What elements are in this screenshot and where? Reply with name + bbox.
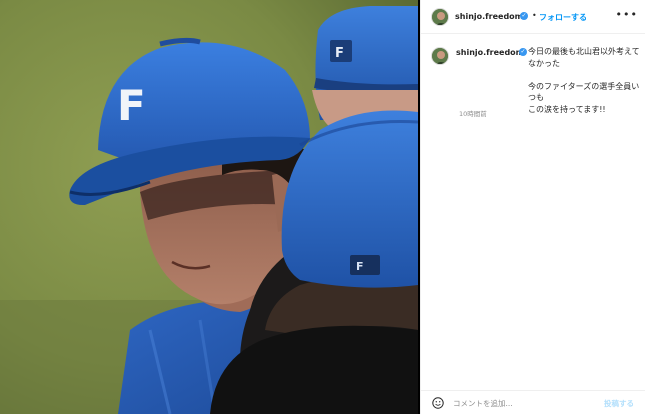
cap-logo: F bbox=[117, 81, 146, 130]
comment-input[interactable] bbox=[453, 396, 603, 410]
post-photo-pane: F F F bbox=[0, 0, 420, 414]
post-photo[interactable]: F F F bbox=[0, 0, 418, 414]
post-username[interactable]: shinjo.freedom bbox=[455, 12, 523, 21]
verified-badge-icon: ✓ bbox=[519, 48, 527, 56]
header-separator: • bbox=[532, 11, 537, 20]
caption-text: 今日の最後も北山君以外考えて なかった 今のファイターズの選手全員いつも この涙… bbox=[528, 47, 640, 114]
follow-button[interactable]: フォローする bbox=[539, 12, 587, 23]
svg-text:F: F bbox=[356, 260, 364, 273]
caption-avatar[interactable] bbox=[431, 47, 449, 65]
emoji-icon[interactable] bbox=[432, 397, 444, 409]
avatar-photo-icon bbox=[432, 48, 448, 64]
avatar[interactable] bbox=[431, 8, 449, 26]
comment-bar: 投稿する bbox=[421, 390, 645, 414]
verified-badge-icon: ✓ bbox=[520, 12, 528, 20]
caption-username[interactable]: shinjo.freedom bbox=[456, 48, 524, 57]
svg-text:F: F bbox=[335, 46, 344, 61]
post-side-panel: shinjo.freedom ✓ • フォローする ••• shinjo.fre… bbox=[420, 0, 645, 414]
post-comment-button[interactable]: 投稿する bbox=[604, 398, 634, 409]
more-options-icon[interactable]: ••• bbox=[616, 9, 638, 20]
post-header: shinjo.freedom ✓ • フォローする ••• bbox=[421, 0, 645, 34]
avatar-photo-icon bbox=[432, 9, 448, 25]
post-timestamp[interactable]: 10時間前 bbox=[459, 108, 487, 118]
